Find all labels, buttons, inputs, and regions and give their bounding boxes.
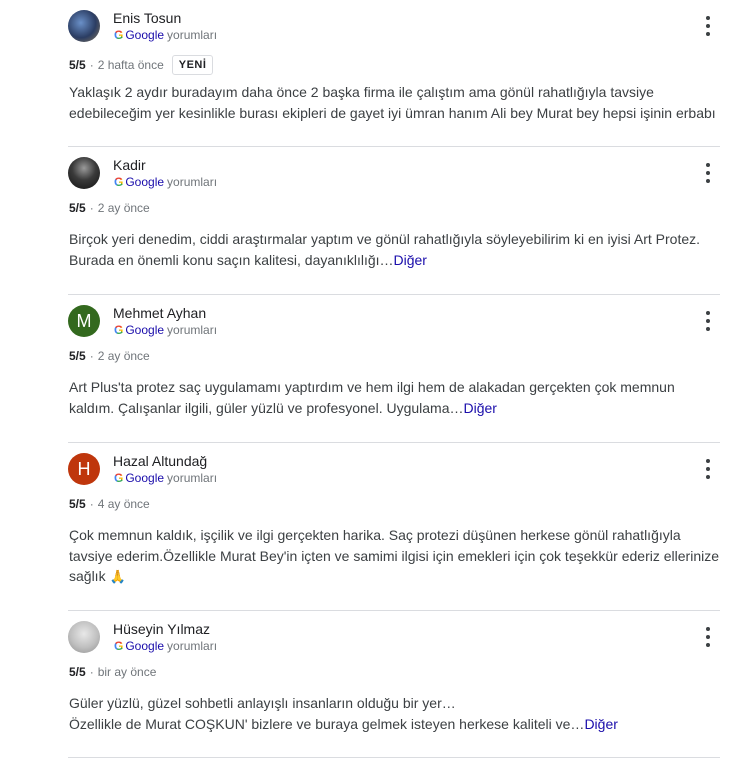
source-suffix-label: yorumları: [167, 639, 218, 653]
review-text: Çok memnun kaldık, işçilik ve ilgi gerçe…: [69, 525, 721, 588]
review-time: 2 hafta önce: [97, 58, 164, 72]
source-google-label: Google: [125, 639, 165, 653]
review-source: G Google yorumları: [114, 639, 217, 653]
source-suffix-label: yorumları: [167, 175, 218, 189]
avatar[interactable]: [68, 621, 100, 653]
avatar[interactable]: [68, 10, 100, 42]
more-options-icon[interactable]: [700, 311, 716, 331]
more-link[interactable]: Diğer: [394, 252, 427, 268]
google-icon: G: [114, 323, 124, 337]
review-text-line: Özellikle de Murat COŞKUN' bizlere ve bu…: [69, 714, 721, 735]
avatar[interactable]: H: [68, 453, 100, 485]
more-options-icon[interactable]: [700, 16, 716, 36]
more-options-icon[interactable]: [700, 627, 716, 647]
separator-dot: ·: [89, 665, 94, 679]
source-google-label: Google: [125, 28, 165, 42]
review-text-content: Birçok yeri denedim, ciddi araştırmalar …: [69, 231, 701, 268]
review-text-line: Güler yüzlü, güzel sohbetli anlayışlı in…: [69, 695, 456, 711]
review-card: H Hazal Altundağ G Google yorumları 5/5 …: [68, 443, 720, 611]
new-badge: YENİ: [171, 55, 214, 75]
review-time: 2 ay önce: [97, 349, 150, 363]
review-time: bir ay önce: [97, 665, 157, 679]
review-text-content: Özellikle de Murat COŞKUN' bizlere ve bu…: [69, 715, 585, 732]
separator-dot: ·: [89, 201, 94, 215]
reviewer-name[interactable]: Hüseyin Yılmaz: [113, 621, 210, 637]
rating: 5/5: [69, 497, 86, 511]
google-icon: G: [114, 639, 124, 653]
review-text: Güler yüzlü, güzel sohbetli anlayışlı in…: [69, 693, 721, 734]
review-meta: 5/5 · 2 ay önce: [69, 349, 150, 363]
google-icon: G: [114, 471, 124, 485]
reviewer-name[interactable]: Hazal Altundağ: [113, 453, 207, 469]
review-card: M Mehmet Ayhan G Google yorumları 5/5 · …: [68, 295, 720, 443]
review-card: Kadir G Google yorumları 5/5 · 2 ay önce…: [68, 147, 720, 295]
review-text: Yaklaşık 2 aydır buradayım daha önce 2 b…: [69, 82, 721, 123]
rating: 5/5: [69, 349, 86, 363]
more-link[interactable]: Diğer: [464, 400, 497, 416]
review-list: Enis Tosun G Google yorumları 5/5 · 2 ha…: [0, 0, 753, 758]
source-suffix-label: yorumları: [167, 471, 218, 485]
folded-hands-icon: 🙏: [109, 569, 126, 584]
avatar[interactable]: M: [68, 305, 100, 337]
review-time: 4 ay önce: [97, 497, 150, 511]
reviewer-name[interactable]: Kadir: [113, 157, 146, 173]
source-google-label: Google: [125, 471, 165, 485]
review-text-content: Çok memnun kaldık, işçilik ve ilgi gerçe…: [69, 527, 720, 584]
review-text: Birçok yeri denedim, ciddi araştırmalar …: [69, 229, 721, 270]
avatar[interactable]: [68, 157, 100, 189]
review-card: Enis Tosun G Google yorumları 5/5 · 2 ha…: [68, 0, 720, 147]
review-meta: 5/5 · 4 ay önce: [69, 497, 150, 511]
review-text-content: Art Plus'ta protez saç uygulamamı yaptır…: [69, 379, 675, 416]
google-icon: G: [114, 28, 124, 42]
review-time: 2 ay önce: [97, 201, 150, 215]
source-suffix-label: yorumları: [167, 28, 218, 42]
more-options-icon[interactable]: [700, 459, 716, 479]
google-icon: G: [114, 175, 124, 189]
separator-dot: ·: [89, 349, 94, 363]
review-meta: 5/5 · 2 ay önce: [69, 201, 150, 215]
review-source: G Google yorumları: [114, 471, 217, 485]
review-card: Hüseyin Yılmaz G Google yorumları 5/5 · …: [68, 611, 720, 758]
review-text-content: Yaklaşık 2 aydır buradayım daha önce 2 b…: [69, 84, 716, 121]
more-options-icon[interactable]: [700, 163, 716, 183]
separator-dot: ·: [89, 58, 94, 72]
reviewer-name[interactable]: Enis Tosun: [113, 10, 181, 26]
review-text: Art Plus'ta protez saç uygulamamı yaptır…: [69, 377, 721, 418]
separator-dot: ·: [89, 497, 94, 511]
source-suffix-label: yorumları: [167, 323, 218, 337]
rating: 5/5: [69, 665, 86, 679]
review-source: G Google yorumları: [114, 28, 217, 42]
more-link[interactable]: Diğer: [584, 716, 617, 732]
review-source: G Google yorumları: [114, 323, 217, 337]
source-google-label: Google: [125, 323, 165, 337]
rating: 5/5: [69, 201, 86, 215]
review-meta: 5/5 · bir ay önce: [69, 665, 156, 679]
rating: 5/5: [69, 58, 86, 72]
review-source: G Google yorumları: [114, 175, 217, 189]
review-meta: 5/5 · 2 hafta önce YENİ: [69, 55, 214, 75]
reviewer-name[interactable]: Mehmet Ayhan: [113, 305, 206, 321]
source-google-label: Google: [125, 175, 165, 189]
